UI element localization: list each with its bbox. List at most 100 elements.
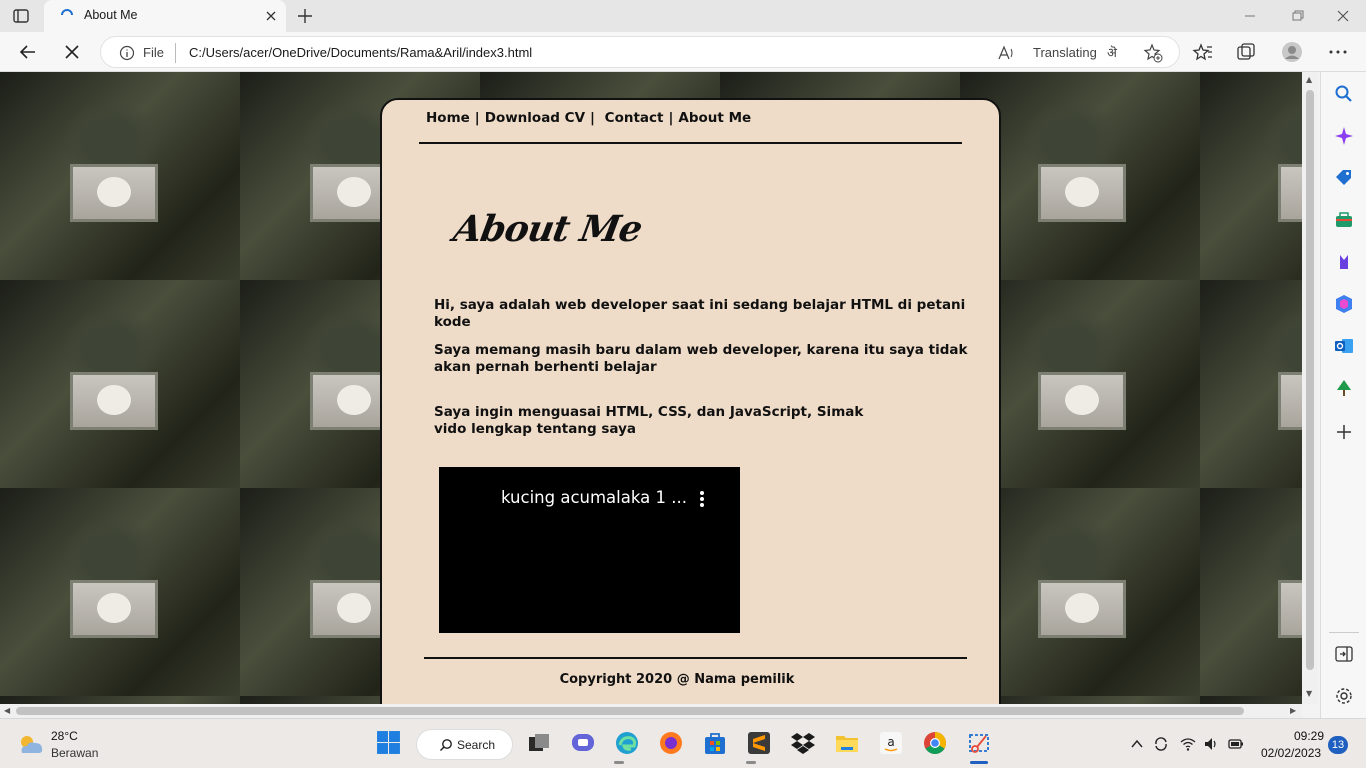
search-label: Search (457, 738, 496, 752)
new-tab-icon[interactable] (296, 7, 314, 25)
nav-separator: | (668, 110, 674, 126)
running-indicator (614, 761, 624, 764)
page-title: About Me (450, 208, 645, 250)
translate-icon[interactable]: ऄ (1107, 43, 1117, 61)
video-title[interactable]: kucing acumalaka 1 ... (501, 488, 687, 507)
video-more-options-icon[interactable] (696, 489, 708, 509)
read-aloud-icon[interactable] (997, 44, 1015, 62)
drop-tree-icon[interactable] (1334, 378, 1354, 398)
tab-title: About Me (84, 8, 138, 22)
nav-separator: | (590, 110, 595, 126)
office-icon[interactable] (1334, 294, 1354, 314)
windows-taskbar: 28°C Berawan Search a 09:29 02/02/2023 1… (0, 718, 1366, 768)
address-scheme-label: File (143, 45, 164, 60)
scroll-right-icon[interactable]: ▶ (1290, 706, 1296, 715)
site-info-icon[interactable] (119, 45, 135, 61)
browser-tab-active[interactable]: About Me (44, 0, 286, 32)
add-sidebar-app-icon[interactable] (1334, 422, 1354, 442)
background-photo-tile (1038, 372, 1126, 430)
sublime-text-icon[interactable] (746, 730, 772, 756)
clock-date[interactable]: 02/02/2023 (1261, 746, 1321, 760)
shopping-tag-icon[interactable] (1334, 168, 1354, 188)
dropbox-icon[interactable] (790, 730, 816, 756)
games-icon[interactable] (1334, 252, 1354, 272)
address-url[interactable]: C:/Users/acer/OneDrive/Documents/Rama&Ar… (189, 45, 532, 60)
vertical-scroll-thumb[interactable] (1306, 90, 1314, 670)
nav-link-download-cv[interactable]: Download CV (485, 110, 585, 126)
show-hidden-icons-chevron-up-icon[interactable] (1129, 736, 1145, 752)
battery-icon[interactable] (1228, 736, 1244, 752)
nav-link-contact[interactable]: Contact (605, 110, 664, 126)
background-photo-tile (1278, 372, 1302, 430)
favorites-icon[interactable] (1192, 41, 1214, 63)
footer-divider (424, 657, 967, 659)
weather-cloud-sun-icon[interactable] (16, 733, 46, 755)
translating-status[interactable]: Translating (1033, 45, 1097, 60)
minimize-icon[interactable] (1242, 8, 1258, 24)
sync-icon[interactable] (1153, 736, 1169, 752)
learning-paragraph: Saya memang masih baru dalam web develop… (434, 342, 968, 375)
background-photo-tile (70, 164, 158, 222)
taskbar-search[interactable]: Search (416, 729, 513, 760)
collections-icon[interactable] (1235, 41, 1257, 63)
sidebar-settings-gear-icon[interactable] (1334, 686, 1354, 706)
background-photo-tile (70, 372, 158, 430)
background-photo-tile (1278, 580, 1302, 638)
embedded-video-player[interactable]: kucing acumalaka 1 ... (439, 467, 740, 633)
microsoft-store-icon[interactable] (702, 730, 728, 756)
background-photo-tile (1038, 164, 1126, 222)
weather-description[interactable]: Berawan (51, 746, 98, 760)
notification-count-badge[interactable]: 13 (1328, 736, 1348, 754)
weather-temperature[interactable]: 28°C (51, 729, 78, 743)
nav-link-about-me[interactable]: About Me (678, 110, 751, 126)
tools-briefcase-icon[interactable] (1334, 210, 1354, 230)
header-divider (419, 142, 962, 144)
chrome-icon[interactable] (922, 730, 948, 756)
active-app-indicator (970, 761, 988, 764)
clock-time[interactable]: 09:29 (1294, 729, 1324, 743)
tab-strip: About Me (0, 0, 1366, 32)
scroll-down-icon[interactable]: ▼ (1306, 689, 1312, 698)
scroll-left-icon[interactable]: ◀ (4, 706, 10, 715)
horizontal-scrollbar[interactable]: ◀ ▶ (0, 704, 1302, 718)
start-windows-icon[interactable] (376, 730, 401, 755)
wifi-icon[interactable] (1180, 736, 1196, 752)
outlook-icon[interactable] (1334, 336, 1354, 356)
restore-icon[interactable] (1289, 8, 1305, 24)
background-photo-tile (70, 580, 158, 638)
teams-chat-icon[interactable] (570, 730, 596, 756)
main-nav: Home | Download CV | Contact | About Me (426, 110, 751, 126)
close-window-icon[interactable] (1335, 8, 1351, 24)
add-favorite-icon[interactable] (1143, 43, 1163, 63)
edge-browser-icon[interactable] (614, 730, 640, 756)
background-photo-tile (1278, 164, 1302, 222)
tab-actions-icon[interactable] (12, 7, 30, 25)
svg-text:a: a (887, 735, 894, 749)
volume-icon[interactable] (1203, 736, 1219, 752)
back-icon[interactable] (17, 41, 39, 63)
search-icon[interactable] (1334, 84, 1354, 104)
amazon-icon[interactable]: a (878, 730, 904, 756)
file-explorer-icon[interactable] (834, 730, 860, 756)
close-tab-icon[interactable] (264, 9, 278, 23)
snipping-tool-icon[interactable] (966, 730, 992, 756)
nav-link-home[interactable]: Home (426, 110, 470, 126)
firefox-icon[interactable] (658, 730, 684, 756)
edge-sidebar (1320, 72, 1366, 718)
address-bar[interactable]: File C:/Users/acer/OneDrive/Documents/Ra… (100, 36, 1180, 68)
page-viewport: Home | Download CV | Contact | About Me About… (0, 72, 1302, 704)
stop-loading-icon[interactable] (61, 41, 83, 63)
more-menu-icon[interactable] (1327, 41, 1349, 63)
vertical-scrollbar[interactable]: ▲ ▼ (1302, 72, 1318, 704)
nav-separator: | (474, 110, 480, 126)
task-view-icon[interactable] (526, 730, 552, 756)
search-icon (439, 739, 452, 752)
copyright-text: Copyright 2020 @ Nama pemilik (559, 672, 795, 687)
scroll-up-icon[interactable]: ▲ (1306, 75, 1312, 84)
horizontal-scroll-thumb[interactable] (16, 707, 1244, 715)
profile-avatar-icon[interactable] (1281, 41, 1303, 63)
hide-sidebar-icon[interactable] (1334, 644, 1354, 664)
copilot-sparkle-icon[interactable] (1334, 126, 1354, 146)
running-indicator (746, 761, 756, 764)
skills-paragraph: Saya ingin menguasai HTML, CSS, dan Java… (434, 404, 864, 437)
